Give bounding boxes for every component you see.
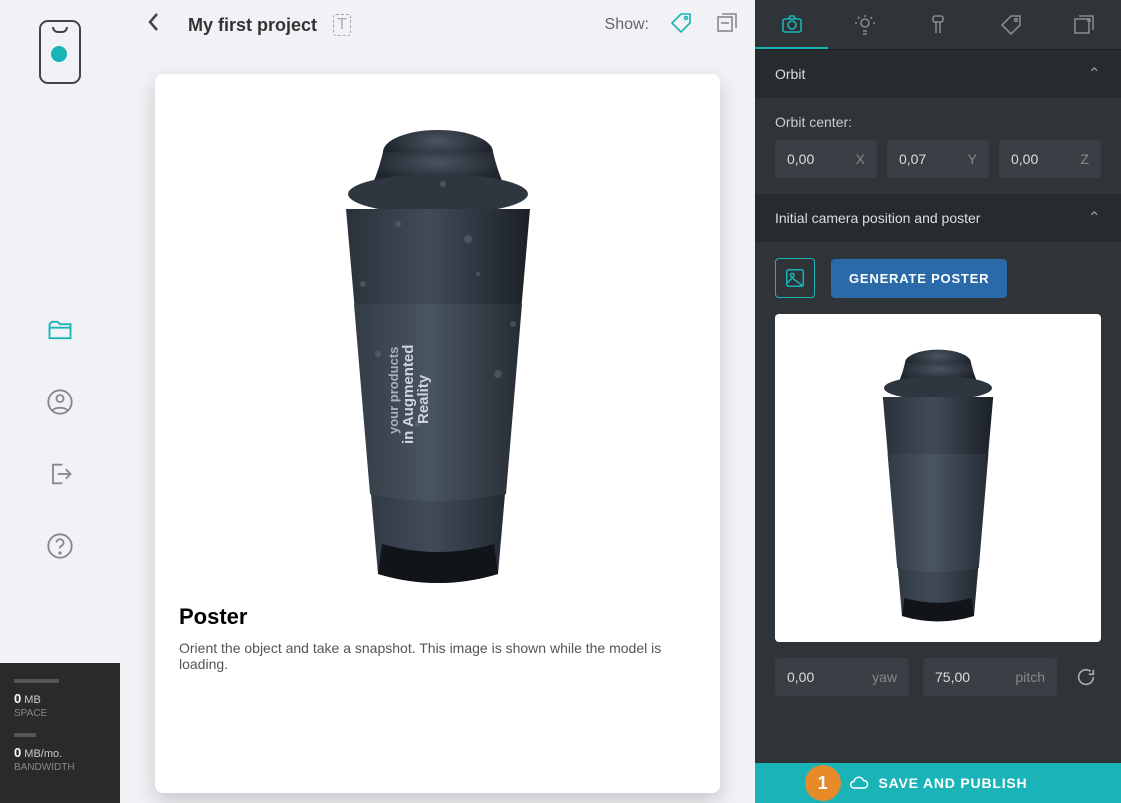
canvas-area: your products in Augmented Reality Poste… [120, 50, 755, 803]
svg-text:Reality: Reality [415, 374, 432, 424]
space-value: 0 [14, 691, 21, 706]
section-orbit: Orbit center: X Y Z [755, 98, 1121, 194]
back-button[interactable] [136, 7, 172, 43]
generate-poster-button[interactable]: GENERATE POSTER [831, 259, 1007, 298]
account-icon[interactable] [44, 386, 76, 418]
tab-hotspot[interactable] [975, 0, 1048, 49]
projects-folder-icon[interactable] [44, 314, 76, 346]
section-orbit-header[interactable]: Orbit ⌃ [755, 50, 1121, 98]
bandwidth-label: BANDWIDTH [14, 762, 106, 773]
panel-tabs [755, 0, 1121, 50]
show-layout-icon[interactable] [715, 11, 739, 40]
pitch-input[interactable]: pitch [923, 658, 1057, 696]
space-label: SPACE [14, 708, 106, 719]
poster-preview [775, 314, 1101, 642]
svg-text:your products: your products [386, 347, 401, 434]
save-publish-button[interactable]: 1 SAVE AND PUBLISH [755, 763, 1121, 803]
section-orbit-title: Orbit [775, 66, 805, 82]
cloud-icon [849, 773, 869, 793]
yaw-input[interactable]: yaw [775, 658, 909, 696]
poster-image[interactable]: your products in Augmented Reality [155, 74, 720, 604]
pitch-label: pitch [1015, 669, 1045, 685]
orbit-x-input[interactable]: X [775, 140, 877, 178]
chevron-up-icon: ⌃ [1088, 208, 1101, 228]
section-camera-title: Initial camera position and poster [775, 210, 980, 226]
space-unit: MB [24, 694, 41, 706]
card-title: Poster [179, 604, 696, 630]
card-description: Orient the object and take a snapshot. T… [179, 640, 696, 672]
top-bar: My first project T Show: [120, 0, 755, 50]
reset-rotation-icon[interactable] [1071, 662, 1101, 692]
orbit-y-input[interactable]: Y [887, 140, 989, 178]
logo-device-icon [39, 20, 81, 84]
logout-icon[interactable] [44, 458, 76, 490]
main-area: My first project T Show: [120, 0, 755, 803]
tab-lighting[interactable] [828, 0, 901, 49]
yaw-label: yaw [872, 669, 897, 685]
help-icon[interactable] [44, 530, 76, 562]
orbit-center-label: Orbit center: [775, 114, 1101, 130]
bandwidth-value: 0 [14, 745, 21, 760]
show-tag-icon[interactable] [669, 11, 693, 40]
save-publish-label: SAVE AND PUBLISH [879, 775, 1028, 791]
rename-icon[interactable]: T [333, 14, 351, 36]
chevron-up-icon: ⌃ [1088, 64, 1101, 84]
show-label: Show: [605, 16, 649, 34]
poster-picture-icon[interactable] [775, 258, 815, 298]
tab-material[interactable] [901, 0, 974, 49]
section-camera: GENERATE POSTER yaw pitch [755, 242, 1121, 712]
orbit-z-input[interactable]: Z [999, 140, 1101, 178]
orbit-y-label: Y [968, 151, 977, 167]
orbit-z-label: Z [1080, 151, 1089, 167]
sidebar-footer: 0 MB SPACE 0 MB/mo. BANDWIDTH [0, 663, 120, 803]
tab-camera[interactable] [755, 0, 828, 49]
tab-layout[interactable] [1048, 0, 1121, 49]
orbit-x-label: X [856, 151, 865, 167]
sidebar-left: 0 MB SPACE 0 MB/mo. BANDWIDTH [0, 0, 120, 803]
section-camera-header[interactable]: Initial camera position and poster ⌃ [755, 194, 1121, 242]
notification-badge: 1 [805, 765, 841, 801]
project-title: My first project [188, 15, 317, 36]
poster-card: your products in Augmented Reality Poste… [155, 74, 720, 793]
right-panel: Orbit ⌃ Orbit center: X Y Z Initial came… [755, 0, 1121, 803]
bandwidth-unit: MB/mo. [24, 748, 62, 760]
